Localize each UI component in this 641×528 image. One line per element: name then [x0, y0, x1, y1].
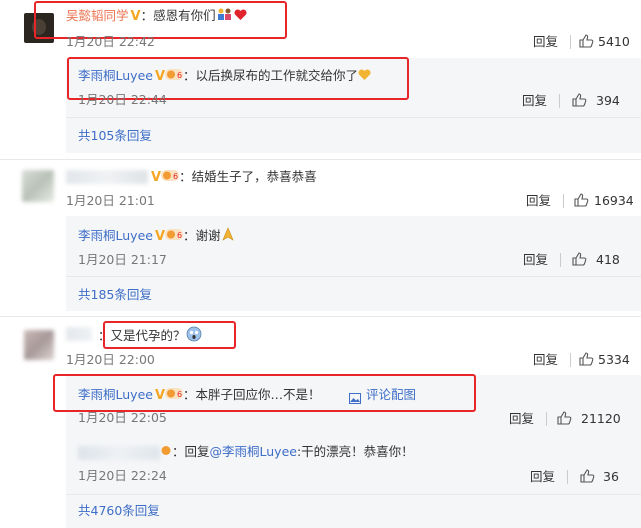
divider	[560, 253, 561, 267]
username-blurred[interactable]	[66, 327, 92, 341]
avatar[interactable]	[22, 170, 54, 202]
comment-row: V 6 ：结婚生子了，恭喜恭喜	[149, 168, 317, 187]
reply-text: ：回复	[172, 444, 210, 459]
like-count: 16934	[594, 193, 634, 208]
reply-button[interactable]: 回复	[523, 251, 548, 269]
timestamp: 1月20日 22:24	[78, 468, 167, 483]
reply-button[interactable]: 回复	[533, 351, 558, 369]
reply-button[interactable]: 回复	[526, 192, 551, 210]
like-icon[interactable]	[556, 410, 572, 426]
like-count: 418	[596, 252, 620, 267]
timestamp: 1月20日 21:17	[78, 252, 167, 267]
timestamp: 1月20日 22:42	[66, 34, 155, 49]
username[interactable]: 李雨桐Luyee	[78, 228, 153, 243]
verified-v-icon: V	[151, 170, 162, 185]
like-icon[interactable]	[571, 251, 587, 267]
reply-button[interactable]: 回复	[509, 410, 534, 428]
divider	[570, 353, 571, 367]
reply-row: 李雨桐Luyee V 6 ：谢谢	[78, 227, 235, 246]
like-icon[interactable]	[578, 351, 594, 367]
divider	[66, 494, 641, 495]
more-replies-link[interactable]: 共185条回复	[78, 286, 152, 304]
divider	[546, 412, 547, 426]
fan-badge-icon: 6	[161, 169, 180, 187]
timestamp: 1月20日 21:01	[66, 193, 155, 208]
divider	[559, 94, 560, 108]
username-blurred[interactable]	[78, 446, 160, 460]
username-blurred[interactable]	[66, 170, 148, 184]
timestamp: 1月20日 22:44	[78, 92, 167, 107]
reply-row: ：回复@李雨桐Luyee:干的漂亮！恭喜你！	[160, 443, 414, 462]
divider	[567, 470, 568, 484]
like-count: 5410	[598, 34, 630, 49]
fan-badge-icon	[160, 444, 172, 462]
timestamp: 1月20日 22:00	[66, 352, 155, 367]
reply-button[interactable]: 回复	[522, 92, 547, 110]
like-count: 5334	[598, 352, 630, 367]
fan-badge-icon: 6	[165, 228, 184, 246]
like-icon[interactable]	[571, 92, 587, 108]
like-count: 394	[596, 93, 620, 108]
divider	[66, 276, 641, 277]
timestamp: 1月20日 22:05	[78, 410, 167, 425]
praying-hands-emoji-icon	[221, 227, 235, 246]
reply-text: :干的漂亮！恭喜你！	[296, 444, 414, 459]
more-replies-link[interactable]: 共105条回复	[78, 127, 152, 145]
divider	[66, 117, 641, 118]
mention-link[interactable]: @李雨桐Luyee	[210, 444, 297, 459]
verified-v-icon: V	[154, 229, 166, 244]
reply-button[interactable]: 回复	[533, 33, 558, 51]
like-count: 21120	[581, 411, 621, 426]
like-icon[interactable]	[573, 192, 589, 208]
more-replies-link[interactable]: 共4760条回复	[78, 502, 160, 520]
like-count: 36	[603, 469, 619, 484]
comment-text: ：结婚生子了，恭喜恭喜	[179, 169, 317, 184]
divider	[0, 316, 641, 317]
like-icon[interactable]	[579, 468, 595, 484]
highlight-box	[53, 374, 476, 412]
reply-button[interactable]: 回复	[530, 468, 555, 486]
like-icon[interactable]	[578, 33, 594, 49]
svg-text:6: 6	[177, 231, 182, 240]
avatar[interactable]	[24, 330, 54, 360]
divider	[570, 35, 571, 49]
divider	[563, 194, 564, 208]
svg-text:6: 6	[173, 172, 178, 181]
highlight-box	[103, 321, 236, 349]
reply-text: ：谢谢	[183, 228, 221, 243]
divider	[0, 159, 641, 160]
